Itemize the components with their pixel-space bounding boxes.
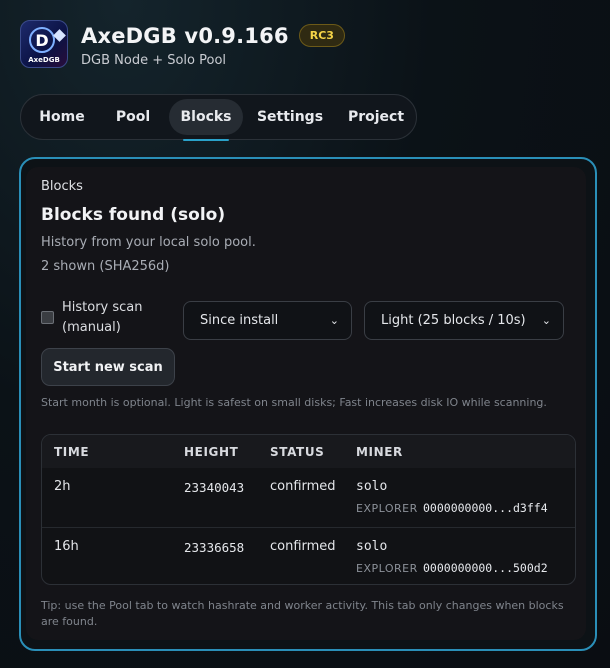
release-badge: RC3 — [298, 24, 345, 47]
row-height: 23336658 — [184, 540, 245, 555]
history-scan-label[interactable]: History scan (manual) — [62, 298, 172, 338]
history-scan-checkbox[interactable] — [41, 311, 54, 324]
row-time: 16h — [54, 539, 79, 554]
col-status: STATUS — [270, 445, 325, 459]
col-miner: MINER — [356, 445, 403, 459]
row-miner: solo — [356, 539, 388, 554]
app-header: D AxeDGB AxeDGB v0.9.166 RC3 DGB Node + … — [20, 20, 345, 68]
start-scan-button[interactable]: Start new scan — [41, 348, 175, 386]
block-hash-link[interactable]: 0000000000...d3ff4 — [423, 501, 548, 515]
scan-hint: Start month is optional. Light is safest… — [41, 396, 547, 409]
row-time: 2h — [54, 479, 71, 494]
chevron-down-icon: ⌄ — [329, 314, 339, 327]
logo-text: AxeDGB — [28, 56, 60, 64]
explorer-label: EXPLORER — [356, 562, 418, 575]
block-hash-link[interactable]: 0000000000...500d2 — [423, 561, 548, 575]
chevron-down-icon: ⌄ — [541, 314, 551, 327]
start-month-select[interactable]: Since install ⌄ — [183, 301, 352, 340]
blocks-count: 2 shown (SHA256d) — [41, 259, 170, 274]
app-title: AxeDGB v0.9.166 — [81, 23, 289, 48]
table-header: TIME HEIGHT STATUS MINER — [42, 435, 575, 468]
col-height: HEIGHT — [184, 445, 239, 459]
table-row: 2h 23340043 confirmed solo EXPLORER 0000… — [42, 468, 575, 527]
app-logo: D AxeDGB — [20, 20, 68, 68]
card-title: Blocks found (solo) — [41, 205, 226, 225]
row-height: 23340043 — [184, 480, 245, 495]
row-status: confirmed — [270, 539, 336, 554]
explorer-label: EXPLORER — [356, 502, 418, 515]
blocks-table: TIME HEIGHT STATUS MINER 2h 23340043 con… — [41, 434, 576, 585]
scan-mode-select[interactable]: Light (25 blocks / 10s) ⌄ — [364, 301, 564, 340]
tab-home[interactable]: Home — [27, 99, 97, 135]
tab-settings[interactable]: Settings — [243, 99, 337, 135]
table-row: 16h 23336658 confirmed solo EXPLORER 000… — [42, 527, 575, 584]
col-time: TIME — [54, 445, 90, 459]
card-subtitle: History from your local solo pool. — [41, 235, 256, 250]
app-subtitle: DGB Node + Solo Pool — [81, 52, 227, 68]
tip-text: Tip: use the Pool tab to watch hashrate … — [41, 599, 564, 628]
tab-pool[interactable]: Pool — [97, 99, 169, 135]
scan-mode-value: Light (25 blocks / 10s) — [381, 313, 526, 328]
svg-text:D: D — [35, 31, 48, 50]
row-status: confirmed — [270, 479, 336, 494]
section-label: Blocks — [41, 179, 83, 194]
tab-project[interactable]: Project — [337, 99, 415, 135]
main-nav: Home Pool Blocks Settings Project — [20, 94, 417, 141]
row-miner: solo — [356, 479, 388, 494]
tab-blocks[interactable]: Blocks — [169, 99, 243, 141]
start-month-value: Since install — [200, 313, 279, 328]
